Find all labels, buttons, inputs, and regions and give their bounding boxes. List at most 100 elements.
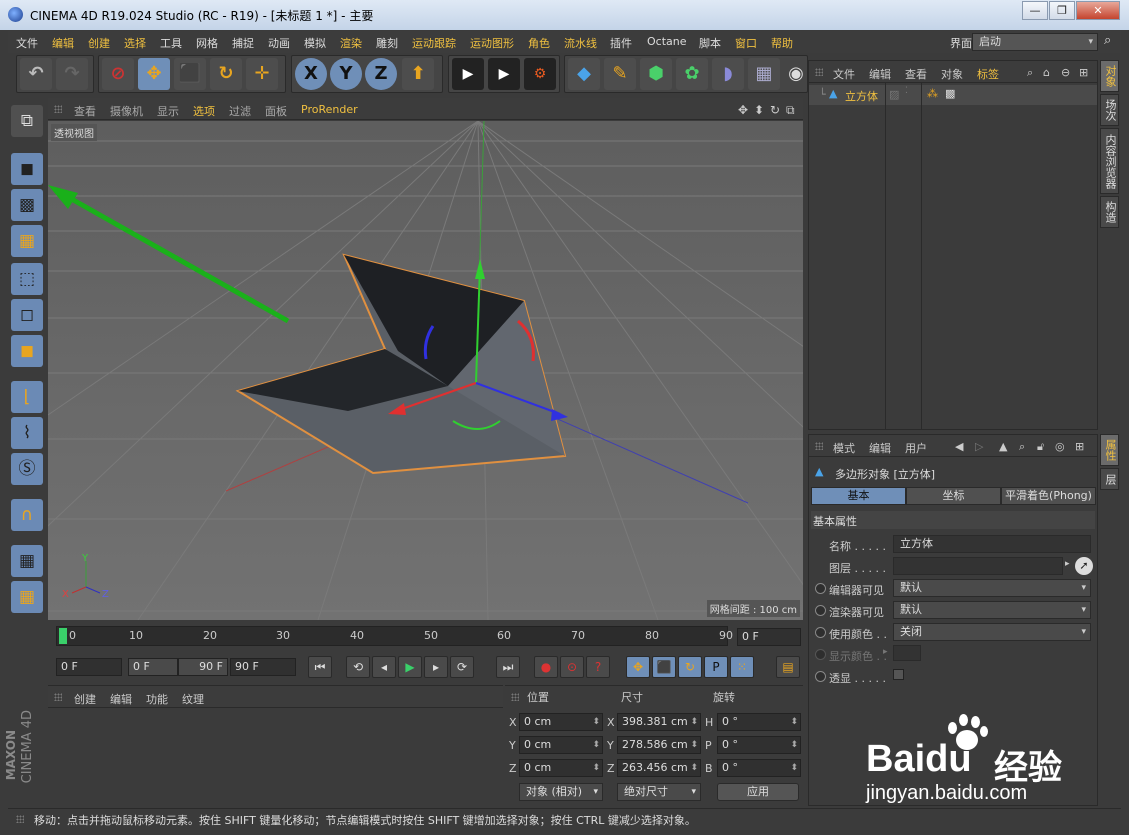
tab-phong[interactable]: 平滑着色(Phong) bbox=[1001, 487, 1096, 505]
viewport-nav-rotate-icon[interactable]: ↻ bbox=[770, 103, 780, 117]
object-row-cube[interactable]: └ ▲ 立方体 ▨ ⁚ ⁂ ▩ bbox=[809, 85, 1097, 105]
viewport-menu-view[interactable]: 查看 bbox=[74, 103, 96, 119]
attr-layer-field[interactable] bbox=[893, 557, 1063, 575]
floor-icon[interactable]: ▦ bbox=[748, 58, 780, 90]
attr-xray-checkbox[interactable] bbox=[893, 669, 904, 680]
cloner-icon[interactable]: ✿ bbox=[676, 58, 708, 90]
animate-radio[interactable] bbox=[815, 583, 826, 594]
subdivision-surface-icon[interactable]: ⬢ bbox=[640, 58, 672, 90]
attr-editor-visible-dropdown[interactable]: 默认 bbox=[893, 579, 1091, 597]
range-start-field[interactable]: 0 F bbox=[128, 658, 178, 676]
menu-mesh[interactable]: 网格 bbox=[196, 35, 218, 51]
object-search-icon[interactable]: ⌕ bbox=[1027, 66, 1033, 80]
edge-mode-icon[interactable]: ◻ bbox=[11, 299, 43, 331]
menu-mograph[interactable]: 运动图形 bbox=[470, 35, 514, 51]
x-axis-lock-icon[interactable]: X bbox=[295, 58, 327, 90]
size-y-field[interactable]: 278.586 cm bbox=[617, 736, 701, 754]
attr-forward-icon[interactable]: ▷ bbox=[975, 440, 983, 453]
visibility-dots-icon[interactable]: ⁚ bbox=[905, 86, 908, 96]
menu-tools[interactable]: 工具 bbox=[160, 35, 182, 51]
close-button[interactable]: ✕ bbox=[1076, 1, 1120, 20]
rot-b-field[interactable]: 0 ° bbox=[717, 759, 801, 777]
play-icon[interactable]: ▶ bbox=[398, 656, 422, 678]
key-pla-icon[interactable]: ⁙ bbox=[730, 656, 754, 678]
redo-icon[interactable]: ↷ bbox=[56, 58, 88, 90]
menu-plugins[interactable]: 插件 bbox=[610, 35, 632, 51]
object-new-window-icon[interactable]: ⊞ bbox=[1079, 66, 1088, 79]
attr-name-field[interactable]: 立方体 bbox=[893, 535, 1091, 553]
live-selection-icon[interactable]: ⊘ bbox=[102, 58, 134, 90]
range-end-field[interactable]: 90 F bbox=[178, 658, 228, 676]
material-menu-texture[interactable]: 纹理 bbox=[182, 691, 204, 707]
viewport-nav-zoom-icon[interactable]: ⬍ bbox=[754, 103, 764, 117]
tab-attributes[interactable]: 属性 bbox=[1100, 434, 1119, 466]
go-to-end-icon[interactable]: ⏭ bbox=[496, 656, 520, 678]
interface-dropdown[interactable]: 启动 bbox=[972, 33, 1098, 51]
record-keys-icon[interactable]: ● bbox=[534, 656, 558, 678]
render-settings-icon[interactable]: ⚙ bbox=[524, 58, 556, 90]
key-parameter-icon[interactable]: P bbox=[704, 656, 728, 678]
keyframe-selection-icon[interactable]: ? bbox=[586, 656, 610, 678]
apply-button[interactable]: 应用 bbox=[717, 783, 799, 801]
menu-render[interactable]: 渲染 bbox=[340, 35, 362, 51]
panel-grip-icon[interactable] bbox=[16, 815, 24, 823]
phong-tag-icon[interactable]: ⁂ bbox=[927, 87, 938, 100]
maximize-button[interactable]: ❐ bbox=[1049, 1, 1075, 20]
viewport-menu-options[interactable]: 选项 bbox=[193, 103, 215, 119]
layer-arrow-icon[interactable]: ▸ bbox=[1065, 559, 1070, 569]
pos-z-field[interactable]: 0 cm bbox=[519, 759, 603, 777]
perspective-viewport[interactable]: Y X Z 透视视图 网格间距 : 100 cm bbox=[48, 121, 803, 620]
tab-structure[interactable]: 构造 bbox=[1100, 196, 1119, 228]
size-mode-dropdown[interactable]: 绝对尺寸 bbox=[617, 783, 701, 801]
panel-grip-icon[interactable] bbox=[815, 442, 823, 450]
next-key-icon[interactable]: ⟳ bbox=[450, 656, 474, 678]
tab-layers[interactable]: 层 bbox=[1100, 468, 1119, 490]
undo-icon[interactable]: ↶ bbox=[20, 58, 52, 90]
material-menu-edit[interactable]: 编辑 bbox=[110, 691, 132, 707]
viewport-maximize-icon[interactable]: ⧉ bbox=[786, 103, 795, 118]
search-icon[interactable]: ⌕ bbox=[1104, 33, 1111, 48]
menu-script[interactable]: 脚本 bbox=[699, 35, 721, 51]
attr-new-window-icon[interactable]: ⊞ bbox=[1075, 440, 1084, 453]
timeline[interactable]: 0 10 20 30 40 50 60 70 80 90 0 F bbox=[48, 622, 803, 652]
timeline-window-icon[interactable]: ▤ bbox=[776, 656, 800, 678]
model-mode-icon[interactable]: ⧉ bbox=[11, 105, 43, 137]
object-menu-edit[interactable]: 编辑 bbox=[869, 66, 891, 82]
object-menu-file[interactable]: 文件 bbox=[833, 66, 855, 82]
layer-pick-icon[interactable]: ➚ bbox=[1075, 557, 1093, 575]
viewport-menu-display[interactable]: 显示 bbox=[157, 103, 179, 119]
layer-swatch-icon[interactable]: ▨ bbox=[889, 88, 899, 101]
y-axis-lock-icon[interactable]: Y bbox=[330, 58, 362, 90]
next-frame-icon[interactable]: ▸ bbox=[424, 656, 448, 678]
object-menu-tags[interactable]: 标签 bbox=[977, 66, 999, 82]
animate-radio[interactable] bbox=[815, 605, 826, 616]
menu-character[interactable]: 角色 bbox=[528, 35, 550, 51]
axis-icon[interactable]: ⌊ bbox=[11, 381, 43, 413]
attr-menu-edit[interactable]: 编辑 bbox=[869, 440, 891, 456]
menu-motion-tracker[interactable]: 运动跟踪 bbox=[412, 35, 456, 51]
attr-menu-user[interactable]: 用户 bbox=[905, 440, 927, 456]
polygon-mode-icon[interactable]: ◼ bbox=[11, 335, 43, 367]
start-frame-field[interactable]: 0 F bbox=[56, 658, 122, 676]
attr-up-icon[interactable]: ▲ bbox=[999, 440, 1007, 453]
object-menu-view[interactable]: 查看 bbox=[905, 66, 927, 82]
attr-lock-icon[interactable]: 🔓︎ bbox=[1037, 440, 1044, 454]
timeline-ruler[interactable]: 0 10 20 30 40 50 60 70 80 90 bbox=[56, 626, 733, 646]
key-position-icon[interactable]: ✥ bbox=[626, 656, 650, 678]
render-picture-viewer-icon[interactable]: ▶ bbox=[488, 58, 520, 90]
recent-tool-icon[interactable]: ✛ bbox=[246, 58, 278, 90]
object-mode-icon[interactable]: ◼ bbox=[11, 153, 43, 185]
animate-radio[interactable] bbox=[815, 649, 826, 660]
menu-animate[interactable]: 动画 bbox=[268, 35, 290, 51]
magnet-icon[interactable]: ∩ bbox=[11, 499, 43, 531]
panel-grip-icon[interactable] bbox=[54, 693, 62, 701]
panel-grip-icon[interactable] bbox=[511, 693, 519, 701]
minimize-button[interactable]: — bbox=[1022, 1, 1048, 20]
go-to-start-icon[interactable]: ⏮ bbox=[308, 656, 332, 678]
rotate-tool-icon[interactable]: ↻ bbox=[210, 58, 242, 90]
material-menu-create[interactable]: 创建 bbox=[74, 691, 96, 707]
color-expand-icon[interactable]: ▸ bbox=[883, 647, 888, 657]
previous-frame-icon[interactable]: ◂ bbox=[372, 656, 396, 678]
key-rotation-icon[interactable]: ↻ bbox=[678, 656, 702, 678]
grid-lock-icon[interactable]: ▦ bbox=[11, 545, 43, 577]
